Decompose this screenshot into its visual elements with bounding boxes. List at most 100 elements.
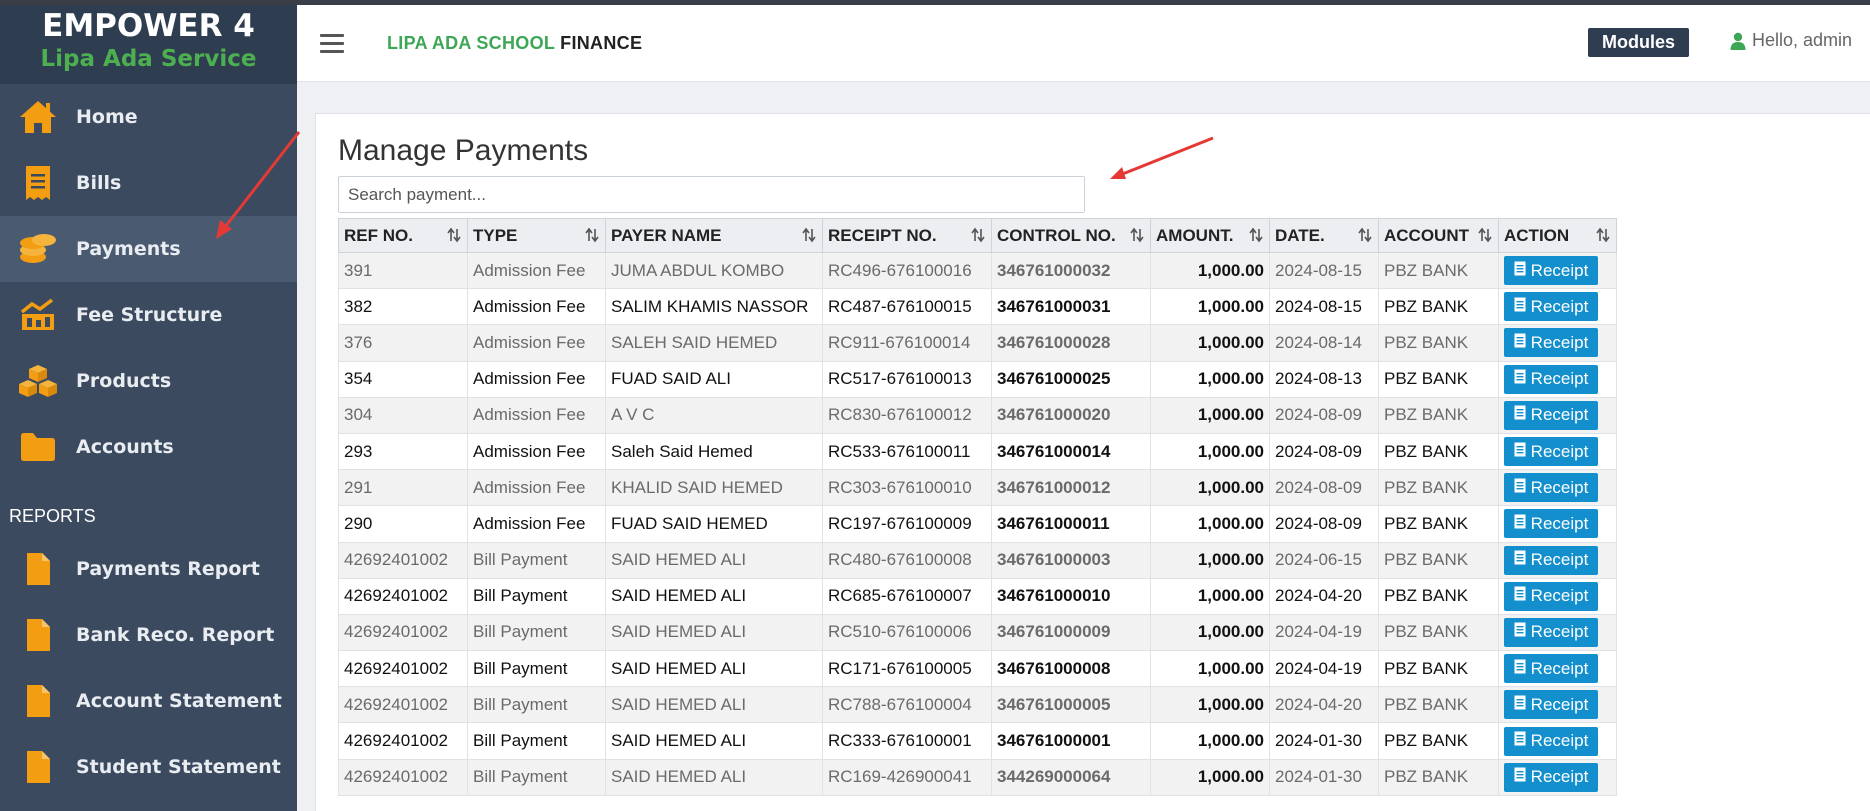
receipt-icon <box>1514 659 1526 679</box>
chart-icon <box>0 298 76 332</box>
date-cell: 2024-06-15 <box>1269 541 1379 579</box>
receipt-button-label: Receipt <box>1530 550 1589 570</box>
sort-icon <box>1130 227 1144 248</box>
table-row: 382 Admission Fee SALIM KHAMIS NASSOR RC487… <box>338 288 1617 326</box>
control-no-cell: 346761000003 <box>991 541 1151 579</box>
column-header-type[interactable]: TYPE <box>467 218 606 253</box>
user-icon <box>1730 32 1746 50</box>
date-cell: 2024-04-20 <box>1269 577 1379 615</box>
table-row: 42692401002 Bill Payment SAID HEMED ALI RC7… <box>338 686 1617 724</box>
receipt-button[interactable]: Receipt <box>1504 545 1598 575</box>
receipt-button-label: Receipt <box>1530 260 1589 280</box>
column-header-action[interactable]: ACTION <box>1498 218 1617 253</box>
table-row: 291 Admission Fee KHALID SAID HEMED RC303-6… <box>338 469 1617 507</box>
sidebar-item-label: Home <box>76 106 138 128</box>
receipt-button[interactable]: Receipt <box>1504 726 1598 756</box>
account-cell: PBZ BANK <box>1378 722 1499 760</box>
receipt-icon <box>1514 261 1526 281</box>
sidebar-item-account-statement[interactable]: Account Statement <box>0 668 297 734</box>
receipt-button[interactable]: Receipt <box>1504 509 1598 539</box>
type-cell: Bill Payment <box>467 722 606 760</box>
column-header-date[interactable]: DATE. <box>1269 218 1379 253</box>
sidebar-item-bills[interactable]: Bills <box>0 150 297 216</box>
receipt-button[interactable]: Receipt <box>1504 256 1598 286</box>
column-header-control-no[interactable]: CONTROL NO. <box>991 218 1151 253</box>
control-no-cell: 346761000031 <box>991 288 1151 326</box>
receipt-button-label: Receipt <box>1530 586 1589 606</box>
sidebar-item-student-statement[interactable]: Student Statement <box>0 734 297 800</box>
column-header-ref-no[interactable]: REF NO. <box>338 218 468 253</box>
table-row: 42692401002 Bill Payment SAID HEMED ALI RC6… <box>338 577 1617 615</box>
sidebar-item-fee-structure[interactable]: Fee Structure <box>0 282 297 348</box>
account-cell: PBZ BANK <box>1378 686 1499 724</box>
table-row: 42692401002 Bill Payment SAID HEMED ALI RC5… <box>338 613 1617 652</box>
receipt-no-cell: RC197-676100009 <box>822 505 992 543</box>
receipt-button[interactable]: Receipt <box>1504 400 1598 430</box>
action-cell: Receipt <box>1498 650 1617 688</box>
ref-no-cell: 391 <box>338 251 468 290</box>
sidebar-item-home[interactable]: Home <box>0 84 297 150</box>
receipt-button[interactable]: Receipt <box>1504 617 1598 647</box>
payer-name-cell: SALEH SAID HEMED <box>605 324 823 362</box>
receipt-icon <box>0 164 76 202</box>
file-icon <box>0 749 76 785</box>
payer-name-cell: SAID HEMED ALI <box>605 577 823 615</box>
sidebar-item-accounts[interactable]: Accounts <box>0 414 297 480</box>
amount-cell: 1,000.00 <box>1150 432 1270 471</box>
receipt-button[interactable]: Receipt <box>1504 581 1598 611</box>
table-row: 376 Admission Fee SALEH SAID HEMED RC911-67… <box>338 324 1617 362</box>
menu-toggle-icon[interactable] <box>320 33 344 53</box>
amount-cell: 1,000.00 <box>1150 396 1270 434</box>
payments-card: Manage Payments REF NO. TYPE PAYER NAME REC… <box>315 113 1870 811</box>
modules-button[interactable]: Modules <box>1588 28 1690 57</box>
sidebar-item-bank-reco-report[interactable]: Bank Reco. Report <box>0 602 297 668</box>
column-header-account[interactable]: ACCOUNT <box>1378 218 1499 253</box>
column-header-payer-name[interactable]: PAYER NAME <box>605 218 823 253</box>
app-title-green: LIPA ADA SCHOOL <box>387 32 555 53</box>
column-header-amount[interactable]: AMOUNT. <box>1150 218 1270 253</box>
column-header-label: RECEIPT NO. <box>828 225 937 245</box>
receipt-button[interactable]: Receipt <box>1504 690 1598 720</box>
date-cell: 2024-04-20 <box>1269 686 1379 724</box>
page-title: Manage Payments <box>338 134 589 167</box>
receipt-icon <box>1514 514 1526 534</box>
sidebar-item-label: Products <box>76 370 172 392</box>
receipt-no-cell: RC169-426900041 <box>822 758 992 796</box>
action-cell: Receipt <box>1498 613 1617 652</box>
brand-title: EMPOWER 4 <box>42 8 255 44</box>
sidebar-item-payments[interactable]: Payments <box>0 216 297 282</box>
receipt-button-label: Receipt <box>1530 513 1589 533</box>
receipt-button[interactable]: Receipt <box>1504 292 1598 322</box>
sort-icon <box>1358 227 1372 248</box>
receipt-icon <box>1514 622 1526 642</box>
action-cell: Receipt <box>1498 360 1617 398</box>
column-header-label: TYPE <box>473 225 518 245</box>
table-row: 42692401002 Bill Payment SAID HEMED ALI RC1… <box>338 650 1617 688</box>
receipt-no-cell: RC487-676100015 <box>822 288 992 326</box>
sidebar-item-products[interactable]: Products <box>0 348 297 414</box>
account-cell: PBZ BANK <box>1378 432 1499 471</box>
receipt-button[interactable]: Receipt <box>1504 364 1598 394</box>
receipt-button[interactable]: Receipt <box>1504 328 1598 358</box>
receipt-button[interactable]: Receipt <box>1504 437 1598 467</box>
search-input[interactable] <box>338 176 1085 213</box>
control-no-cell: 346761000014 <box>991 432 1151 471</box>
payer-name-cell: A V C <box>605 396 823 434</box>
date-cell: 2024-08-09 <box>1269 469 1379 507</box>
amount-cell: 1,000.00 <box>1150 758 1270 796</box>
receipt-no-cell: RC830-676100012 <box>822 396 992 434</box>
payer-name-cell: SAID HEMED ALI <box>605 758 823 796</box>
control-no-cell: 344269000064 <box>991 758 1151 796</box>
sidebar-item-payments-report[interactable]: Payments Report <box>0 536 297 602</box>
sort-icon <box>1478 227 1492 248</box>
ref-no-cell: 42692401002 <box>338 650 468 688</box>
receipt-button[interactable]: Receipt <box>1504 654 1598 684</box>
receipt-button[interactable]: Receipt <box>1504 473 1598 503</box>
top-header: LIPA ADA SCHOOL FINANCE Modules Hello, a… <box>297 5 1870 82</box>
payer-name-cell: FUAD SAID ALI <box>605 360 823 398</box>
receipt-button[interactable]: Receipt <box>1504 762 1598 792</box>
column-header-receipt-no[interactable]: RECEIPT NO. <box>822 218 992 253</box>
ref-no-cell: 304 <box>338 396 468 434</box>
table-row: 42692401002 Bill Payment SAID HEMED ALI RC1… <box>338 758 1617 796</box>
user-menu[interactable]: Hello, admin <box>1730 30 1852 51</box>
